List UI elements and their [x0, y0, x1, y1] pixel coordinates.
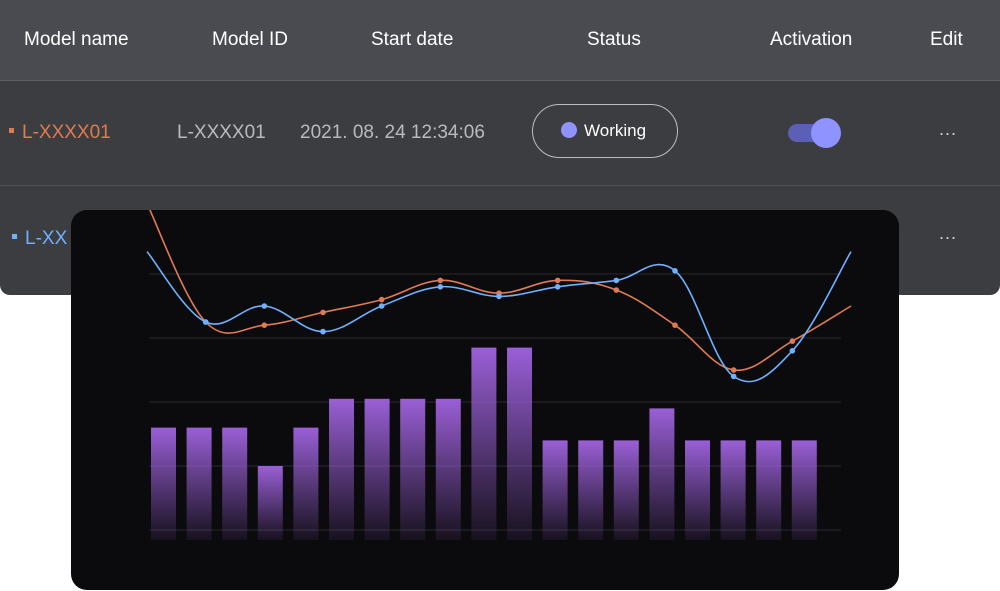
column-header-model-name[interactable]: Model name	[24, 0, 129, 80]
chart-bar	[542, 440, 568, 540]
chart-panel	[71, 210, 899, 590]
column-header-start-date[interactable]: Start date	[371, 0, 453, 80]
chart-bar	[756, 440, 782, 540]
series-point	[320, 328, 326, 335]
toggle-knob	[811, 118, 841, 148]
chart-bar	[293, 427, 319, 540]
status-dot-icon	[561, 121, 577, 138]
column-header-edit[interactable]: Edit	[930, 0, 963, 80]
chart-bar	[471, 347, 497, 540]
combo-chart	[146, 210, 852, 540]
start-date: 2021. 08. 24 12:34:06	[300, 122, 485, 143]
table-header: Model name Model ID Start date Status Ac…	[0, 0, 1000, 81]
status-badge[interactable]: Working	[532, 104, 678, 158]
series-point	[261, 303, 268, 309]
chart-bar	[257, 466, 283, 540]
series-point	[613, 277, 620, 284]
series-point	[672, 322, 678, 328]
row-marker-icon	[12, 234, 17, 240]
model-name: L-XXXX01	[22, 122, 111, 143]
chart-bar	[791, 440, 817, 540]
table-row[interactable]: L-XXXX01 L-XXXX01 2021. 08. 24 12:34:06 …	[0, 81, 1000, 186]
chart-bar	[186, 427, 212, 540]
series-point	[378, 296, 385, 303]
model-name: L-XX	[25, 228, 68, 249]
model-id: L-XXXX01	[177, 122, 266, 143]
chart-bar	[364, 398, 390, 540]
chart-bar	[400, 398, 426, 540]
series-point	[202, 319, 209, 325]
chart-bar	[613, 440, 639, 540]
series-line	[149, 210, 852, 371]
chart-bar	[649, 408, 675, 540]
series-point	[730, 373, 737, 380]
model-name-cell[interactable]: L-XXXX01	[9, 81, 111, 185]
chart-bar	[685, 440, 710, 540]
series-point	[261, 322, 268, 328]
series-point	[672, 268, 678, 274]
chart-bar	[329, 398, 354, 540]
chart-bar	[151, 427, 176, 540]
series-point	[554, 284, 561, 290]
activation-toggle[interactable]	[788, 118, 841, 148]
column-header-status[interactable]: Status	[587, 0, 641, 80]
chart-bar	[435, 398, 461, 540]
chart-bar	[578, 440, 604, 540]
series-point	[789, 348, 796, 354]
series-point	[320, 309, 326, 316]
edit-more-button[interactable]: ...	[939, 223, 957, 244]
series-point	[496, 293, 502, 300]
series-point	[378, 303, 385, 309]
chart-bar	[222, 427, 248, 540]
row-marker-icon	[9, 128, 14, 134]
series-line	[146, 251, 852, 383]
series-point	[789, 338, 796, 344]
series-point	[613, 287, 620, 293]
chart-bar	[507, 347, 532, 540]
chart-bar	[720, 440, 746, 540]
series-point	[437, 277, 444, 284]
edit-more-button[interactable]: ...	[939, 119, 957, 140]
column-header-model-id[interactable]: Model ID	[212, 0, 288, 80]
series-point	[437, 284, 444, 290]
series-point	[554, 277, 561, 284]
model-name-cell[interactable]: L-XX	[12, 185, 67, 289]
series-point	[730, 367, 737, 373]
status-label: Working	[584, 121, 647, 140]
column-header-activation[interactable]: Activation	[770, 0, 852, 80]
